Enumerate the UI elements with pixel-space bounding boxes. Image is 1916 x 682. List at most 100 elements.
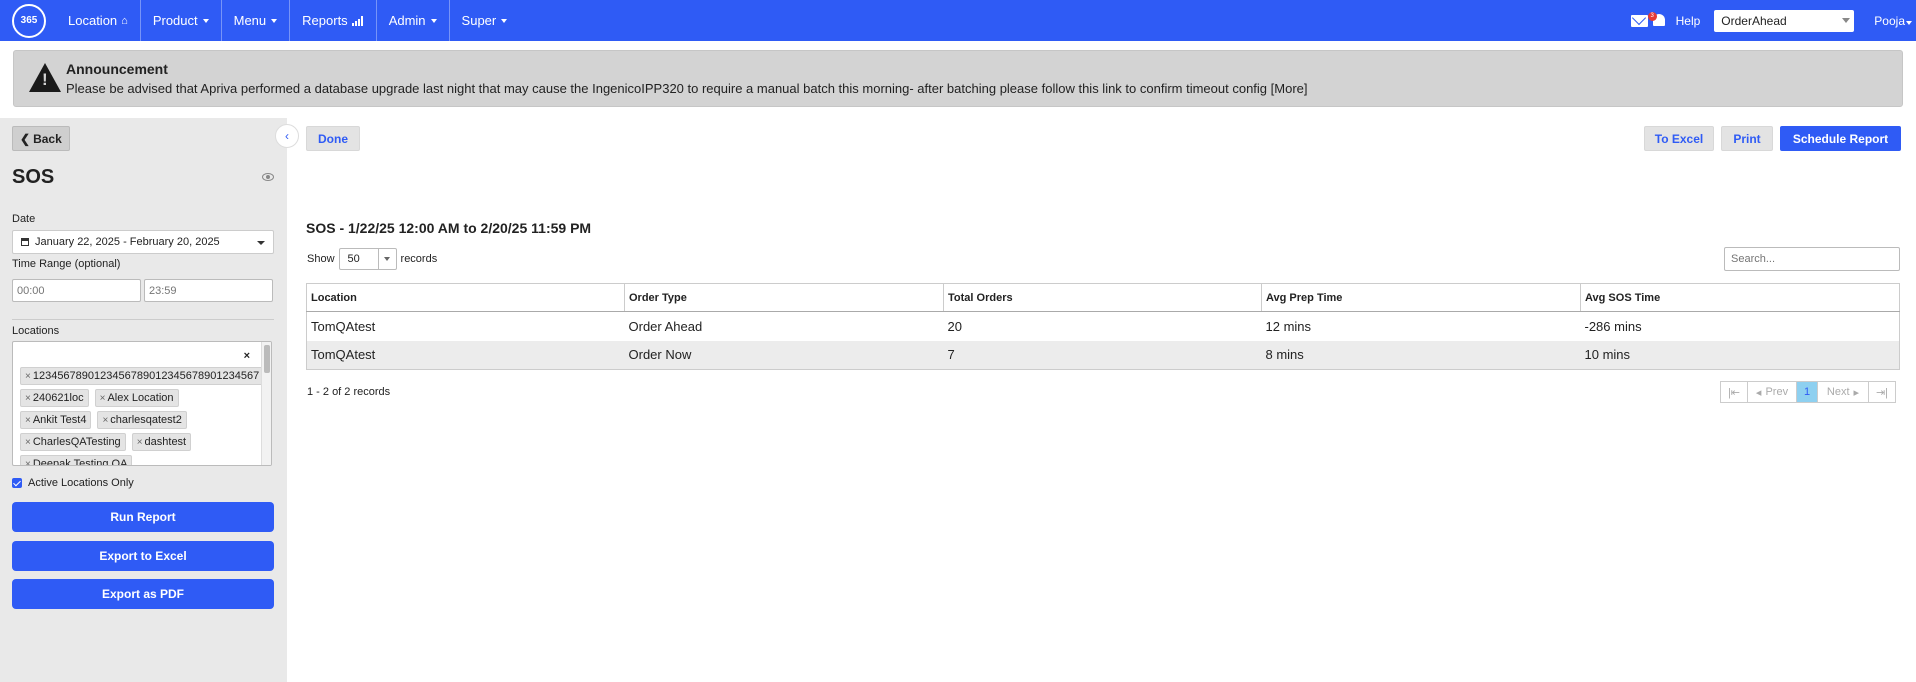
cell-total-orders: 20 xyxy=(947,318,962,334)
location-chip[interactable]: × 240621loc xyxy=(20,389,89,407)
eye-icon[interactable] xyxy=(262,173,274,181)
caret-down-icon xyxy=(202,18,209,23)
nav-location[interactable]: Location ⌂ xyxy=(56,0,141,41)
active-locations-toggle[interactable]: Active Locations Only xyxy=(12,477,134,489)
first-page-button[interactable]: |⇤ xyxy=(1720,381,1748,403)
location-chip[interactable]: × Ankit Test4 xyxy=(20,411,92,429)
active-locations-label: Active Locations Only xyxy=(28,477,134,489)
export-pdf-button[interactable]: Export as PDF xyxy=(12,579,274,609)
caret-down-icon xyxy=(1906,20,1912,25)
prev-page-button[interactable]: ◂ Prev xyxy=(1747,381,1797,403)
user-menu[interactable]: Pooja xyxy=(1874,14,1912,28)
nav-product[interactable]: Product xyxy=(141,0,222,41)
location-select[interactable]: OrderAhead xyxy=(1714,9,1855,32)
table-header-row: Location Order Type Total Orders Avg Pre… xyxy=(306,283,1900,312)
page-size-control: Show 50 records xyxy=(307,248,437,270)
time-start-input[interactable] xyxy=(12,279,141,302)
search-input[interactable] xyxy=(1724,247,1900,271)
cell-location: TomQAtest xyxy=(306,340,625,370)
back-label: Back xyxy=(33,131,62,146)
chevron-down-icon xyxy=(1842,17,1851,23)
location-chip-label: charlesqatest2 xyxy=(110,414,182,426)
run-report-button[interactable]: Run Report xyxy=(12,502,274,532)
last-page-button[interactable]: ⇥| xyxy=(1868,381,1896,403)
cell-avg-sos-time: -286 mins xyxy=(1584,318,1642,334)
to-excel-button[interactable]: To Excel xyxy=(1644,126,1714,151)
time-end-input[interactable] xyxy=(144,279,273,302)
caret-down-icon xyxy=(383,257,390,261)
chevron-left-icon: ❮ xyxy=(20,131,31,146)
next-page-button[interactable]: Next ▸ xyxy=(1817,381,1869,403)
remove-chip-icon[interactable]: × xyxy=(25,415,31,426)
cell-total-orders: 7 xyxy=(943,340,1262,370)
date-label: Date xyxy=(12,213,36,225)
done-button[interactable]: Done xyxy=(306,126,360,151)
top-navbar: 365 Location ⌂ Product Menu Reports Admi… xyxy=(0,0,1916,41)
location-chip[interactable]: × Alex Location xyxy=(94,389,179,407)
remove-chip-icon[interactable]: × xyxy=(25,371,31,382)
table-row: TomQAtest Order Now 7 8 mins 10 mins xyxy=(306,340,1900,370)
location-chip[interactable]: × dashtest xyxy=(131,433,192,451)
date-range-value: January 22, 2025 - February 20, 2025 xyxy=(35,236,220,248)
location-chip-label: dashtest xyxy=(144,436,187,448)
logo[interactable]: 365 xyxy=(12,3,46,38)
records-label: records xyxy=(400,253,438,265)
nav-super[interactable]: Super xyxy=(450,0,520,41)
mail-icon[interactable] xyxy=(1630,14,1648,27)
help-link[interactable]: Help xyxy=(1676,14,1701,28)
column-header-avg-prep-time[interactable]: Avg Prep Time xyxy=(1261,283,1581,312)
active-locations-checkbox[interactable] xyxy=(12,478,22,488)
nav-admin[interactable]: Admin xyxy=(377,0,450,41)
date-range-picker[interactable]: January 22, 2025 - February 20, 2025 xyxy=(12,230,274,254)
locations-scrollbar[interactable] xyxy=(261,342,271,465)
remove-chip-icon[interactable]: × xyxy=(102,415,108,426)
nav-location-label: Location xyxy=(68,13,118,28)
remove-chip-icon[interactable]: × xyxy=(25,437,31,448)
caret-down-icon xyxy=(501,18,508,23)
nav-reports[interactable]: Reports xyxy=(290,0,377,41)
home-icon: ⌂ xyxy=(121,14,128,27)
location-chip[interactable]: × Deepak Testing QA xyxy=(20,455,133,465)
first-page-icon: |⇤ xyxy=(1727,386,1741,399)
page-1-button[interactable]: 1 xyxy=(1796,381,1818,403)
remove-chip-icon[interactable]: × xyxy=(100,393,106,404)
user-name: Pooja xyxy=(1874,13,1905,28)
bell-icon[interactable]: 3 xyxy=(1647,12,1666,28)
print-button[interactable]: Print xyxy=(1721,126,1773,151)
report-table: Location Order Type Total Orders Avg Pre… xyxy=(306,283,1900,370)
page-size-select[interactable]: 50 xyxy=(338,248,397,270)
navbar-right: 3 Help OrderAhead Pooja xyxy=(1630,0,1916,41)
location-chip-label: 240621loc xyxy=(32,392,84,404)
locations-multiselect[interactable]: × × 1234567890123456789012345678901234567… xyxy=(12,341,272,466)
export-excel-button[interactable]: Export to Excel xyxy=(12,541,274,571)
announcement-text[interactable]: Please be advised that Apriva performed … xyxy=(66,81,1308,96)
nav-super-label: Super xyxy=(461,13,497,28)
schedule-report-button[interactable]: Schedule Report xyxy=(1780,126,1901,151)
remove-chip-icon[interactable]: × xyxy=(137,437,143,448)
column-header-order-type[interactable]: Order Type xyxy=(624,283,944,312)
caret-left-icon: ◂ xyxy=(1755,386,1762,399)
pagination: |⇤ ◂ Prev 1 Next ▸ ⇥| xyxy=(1720,381,1896,403)
location-chip[interactable]: × 1234567890123456789012345678901234567 xyxy=(20,367,265,385)
location-chip[interactable]: × charlesqatest2 xyxy=(97,411,187,429)
report-title: SOS - 1/22/25 12:00 AM to 2/20/25 11:59 … xyxy=(306,220,592,236)
announcement-banner: Announcement Please be advised that Apri… xyxy=(13,50,1903,107)
next-label: Next xyxy=(1826,386,1850,398)
cell-avg-prep-time: 12 mins xyxy=(1265,318,1312,334)
cell-location: TomQAtest xyxy=(311,318,376,334)
remove-chip-icon[interactable]: × xyxy=(25,393,31,404)
column-header-total-orders[interactable]: Total Orders xyxy=(943,283,1262,312)
nav-menu[interactable]: Menu xyxy=(222,0,291,41)
column-header-location[interactable]: Location xyxy=(306,283,625,312)
back-button[interactable]: ❮ Back xyxy=(12,126,70,151)
column-header-avg-sos-time[interactable]: Avg SOS Time xyxy=(1580,283,1900,312)
collapse-sidebar-button[interactable]: ‹ xyxy=(275,124,299,148)
location-chip-label: Ankit Test4 xyxy=(32,414,87,426)
calendar-icon xyxy=(21,238,29,246)
report-name: SOS xyxy=(12,166,55,188)
nav-reports-label: Reports xyxy=(302,13,348,28)
clear-locations-icon[interactable]: × xyxy=(244,350,250,362)
records-count: 1 - 2 of 2 records xyxy=(307,386,391,398)
remove-chip-icon[interactable]: × xyxy=(25,459,31,465)
location-chip[interactable]: × CharlesQATesting xyxy=(20,433,126,451)
